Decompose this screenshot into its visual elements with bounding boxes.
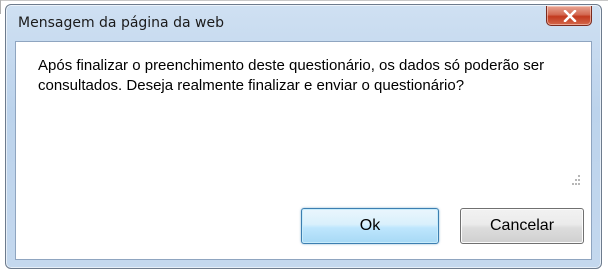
dialog-titlebar[interactable]: Mensagem da página da web — [6, 5, 601, 41]
resize-grip-icon — [569, 174, 581, 186]
message-dialog: Mensagem da página da web Após finalizar… — [5, 4, 602, 269]
screen-edge-top — [0, 0, 608, 1]
close-icon — [563, 10, 577, 22]
dialog-message: Após finalizar o preenchimento deste que… — [38, 57, 545, 94]
cancel-button[interactable]: Cancelar — [460, 208, 584, 244]
dialog-title: Mensagem da página da web — [18, 15, 224, 31]
close-button[interactable] — [546, 6, 592, 26]
dialog-content: Após finalizar o preenchimento deste que… — [15, 41, 592, 260]
ok-button[interactable]: Ok — [301, 208, 439, 244]
screen-edge-left — [0, 0, 1, 14]
